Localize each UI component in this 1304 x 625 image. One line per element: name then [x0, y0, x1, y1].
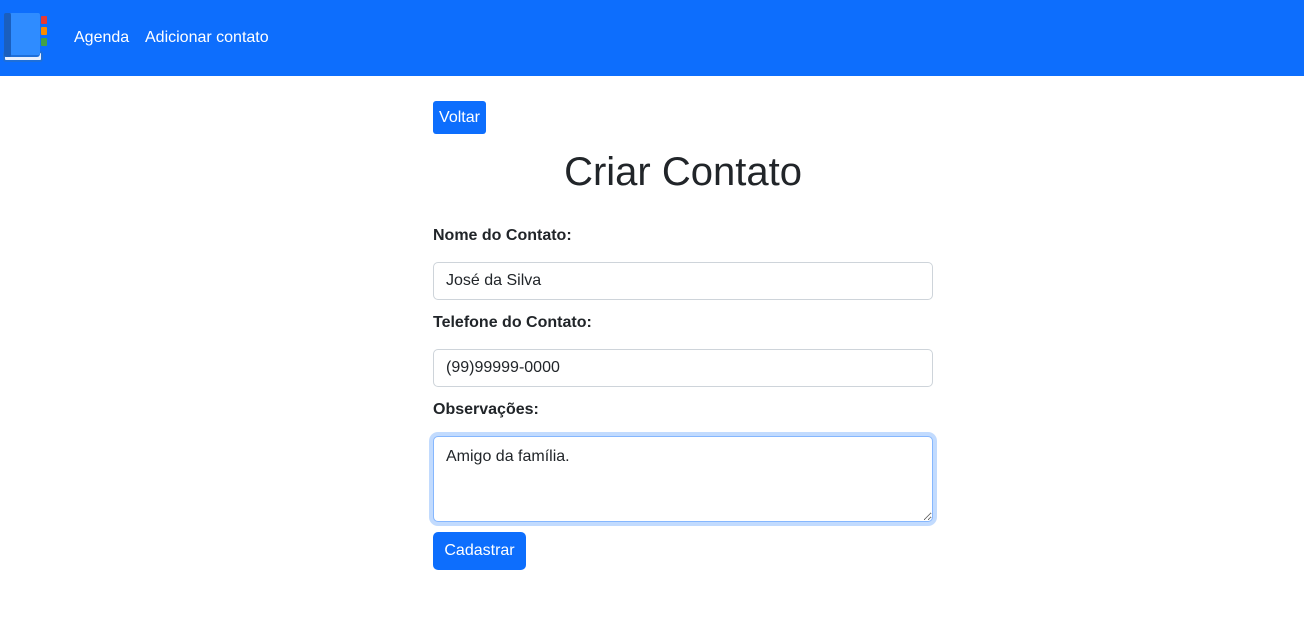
submit-button[interactable]: Cadastrar	[433, 532, 526, 570]
notes-label: Observações:	[433, 401, 539, 418]
top-navbar: Agenda Adicionar contato	[0, 0, 1304, 76]
back-button[interactable]: Voltar	[433, 101, 486, 134]
nav-link-add-contact[interactable]: Adicionar contato	[145, 28, 269, 48]
notes-textarea[interactable]: Amigo da família.	[433, 436, 933, 522]
phone-label: Telefone do Contato:	[433, 314, 592, 331]
phone-input[interactable]	[433, 349, 933, 387]
address-book-icon[interactable]	[2, 12, 50, 64]
nav-link-agenda[interactable]: Agenda	[74, 28, 129, 48]
name-label: Nome do Contato:	[433, 227, 572, 244]
name-input[interactable]	[433, 262, 933, 300]
page-title: Criar Contato	[564, 150, 802, 194]
